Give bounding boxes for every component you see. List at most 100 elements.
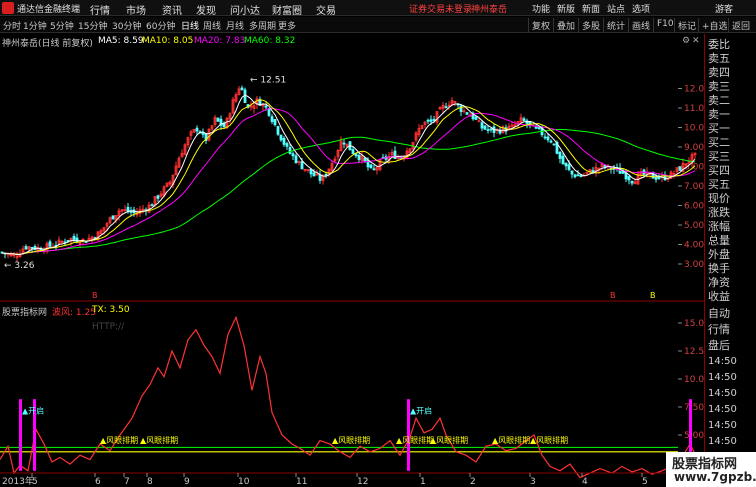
- guest-label[interactable]: 游客: [715, 2, 733, 15]
- buy-marker: B: [610, 291, 616, 300]
- panel-tab[interactable]: 行情: [708, 321, 730, 337]
- stats-button[interactable]: 统计: [603, 18, 628, 32]
- period-5min[interactable]: 5分钟: [50, 19, 74, 32]
- period-weekly[interactable]: 周线: [203, 19, 221, 32]
- x-tick-label: 3: [530, 477, 536, 487]
- candle-body: [465, 112, 469, 115]
- settings-icon[interactable]: ⚙: [682, 36, 690, 46]
- menu-market[interactable]: 市场: [126, 2, 146, 17]
- menu-quotes[interactable]: 行情: [90, 2, 110, 17]
- period-15min[interactable]: 15分钟: [78, 19, 107, 32]
- tick-time: 14:50: [708, 356, 737, 367]
- candle-body: [156, 195, 160, 199]
- y-tick-label: 4.00: [684, 241, 704, 251]
- candle-body: [240, 87, 244, 91]
- period-toolbar: 分时 1分钟 5分钟 15分钟 30分钟 60分钟 日线 周线 月线 多周期 更…: [0, 17, 756, 33]
- candle-body: [243, 89, 247, 104]
- candle-body: [288, 147, 292, 154]
- menu-trade[interactable]: 交易: [316, 2, 336, 17]
- candle-body: [342, 142, 346, 145]
- candle-body: [351, 149, 355, 154]
- ma5-label: MA5: 8.59: [98, 36, 144, 46]
- candle-body: [66, 239, 70, 242]
- candle-body: [294, 155, 298, 164]
- ind-y-tick-label: 10.00: [684, 375, 704, 385]
- period-intraday[interactable]: 分时: [3, 19, 21, 32]
- draw-line-button[interactable]: 画线: [628, 18, 653, 32]
- candle-body: [549, 140, 553, 143]
- y-tick-label: 10.00: [684, 124, 704, 134]
- kline-chart[interactable]: 12.0011.0010.009.008.007.006.005.004.003…: [0, 34, 710, 302]
- title-stock-name: 神州泰岳: [471, 5, 508, 15]
- buy-marker: B: [92, 291, 98, 300]
- candle-body: [534, 126, 538, 129]
- kline-canvas[interactable]: 12.0011.0010.009.008.007.006.005.004.003…: [0, 34, 710, 302]
- period-multi[interactable]: 多周期: [249, 19, 276, 32]
- candle-body: [552, 143, 556, 146]
- panel-tab[interactable]: 盘后: [708, 337, 730, 353]
- multi-stock-button[interactable]: 多股: [578, 18, 603, 32]
- period-30min[interactable]: 30分钟: [112, 19, 141, 32]
- adjust-button[interactable]: 复权: [528, 18, 553, 32]
- high-price-label: ← 12.51: [250, 76, 286, 86]
- app-logo-icon: [2, 2, 14, 14]
- indicator-title: 股票指标网: [2, 308, 48, 318]
- mark-button[interactable]: 标记: [674, 18, 699, 32]
- candle-body: [312, 172, 316, 177]
- candle-body: [285, 143, 289, 147]
- close-icon[interactable]: ✕: [692, 36, 700, 46]
- period-more[interactable]: 更多: [278, 19, 296, 32]
- period-monthly[interactable]: 月线: [226, 19, 244, 32]
- indicator-line2-label: TX: 3.50: [92, 305, 130, 315]
- x-tick-label: 5: [642, 477, 648, 487]
- period-60min[interactable]: 60分钟: [146, 19, 175, 32]
- candle-body: [567, 164, 571, 170]
- ambush-signal-label: ▲风眼排期: [140, 435, 178, 445]
- indicator-chart[interactable]: 15.0012.5010.007.505.002.50▲开启▲开启▲风眼排期▲风…: [0, 303, 710, 487]
- candle-body: [195, 127, 199, 132]
- candle-body: [75, 237, 79, 243]
- menu-discover[interactable]: 发现: [196, 2, 216, 17]
- y-tick-label: 11.00: [684, 104, 704, 114]
- app-name: 通达信金融终端: [17, 5, 81, 15]
- period-daily[interactable]: 日线: [181, 19, 199, 32]
- ambush-signal-label: ▲风眼排期: [332, 435, 370, 445]
- candle-body: [48, 241, 52, 247]
- overlay-button[interactable]: 叠加: [553, 18, 578, 32]
- ambush-signal-label: ▲风眼排期: [100, 435, 138, 445]
- period-1min[interactable]: 1分钟: [23, 19, 47, 32]
- candle-body: [459, 105, 463, 112]
- candle-body: [324, 174, 328, 176]
- y-tick-label: 5.00: [684, 221, 704, 231]
- y-tick-label: 6.00: [684, 202, 704, 212]
- x-tick-label: 1: [420, 477, 426, 487]
- login-notice[interactable]: 证券交易未登录: [409, 2, 472, 15]
- menu-ask[interactable]: 问小达: [230, 2, 260, 17]
- x-tick-label: 7: [124, 477, 130, 487]
- candle-body: [300, 161, 304, 170]
- x-tick-label: 9: [184, 477, 190, 487]
- menu-newface[interactable]: 新面: [582, 2, 600, 15]
- candle-body: [30, 246, 34, 249]
- y-tick-label: 12.00: [684, 85, 704, 95]
- menu-function[interactable]: 功能: [532, 2, 550, 15]
- ma20-line: [1, 107, 696, 255]
- panel-tab[interactable]: 自动: [708, 305, 730, 321]
- menu-news[interactable]: 资讯: [162, 2, 182, 17]
- candle-body: [111, 215, 115, 220]
- add-favorite-button[interactable]: +自选: [698, 18, 731, 32]
- menu-newver[interactable]: 新版: [557, 2, 575, 15]
- ambush-signal-label: ▲风眼排期: [430, 435, 468, 445]
- candle-body: [546, 136, 550, 141]
- title-bar: 通达信金融终端 行情 市场 资讯 发现 问小达 财富圈 交易 证券交易未登录 神…: [0, 0, 756, 17]
- menu-options[interactable]: 选项: [632, 2, 650, 15]
- indicator-line1-label: 波风: 1.25: [52, 308, 96, 318]
- candle-body: [363, 157, 367, 162]
- candle-body: [216, 117, 220, 122]
- menu-site[interactable]: 站点: [607, 2, 625, 15]
- chart-title: 神州泰岳(日线 前复权): [2, 39, 93, 49]
- menu-wealth[interactable]: 财富圈: [272, 2, 302, 17]
- back-button[interactable]: 返回: [728, 18, 753, 32]
- candle-body: [627, 176, 631, 181]
- ind-y-tick-label: 5.00: [684, 431, 704, 441]
